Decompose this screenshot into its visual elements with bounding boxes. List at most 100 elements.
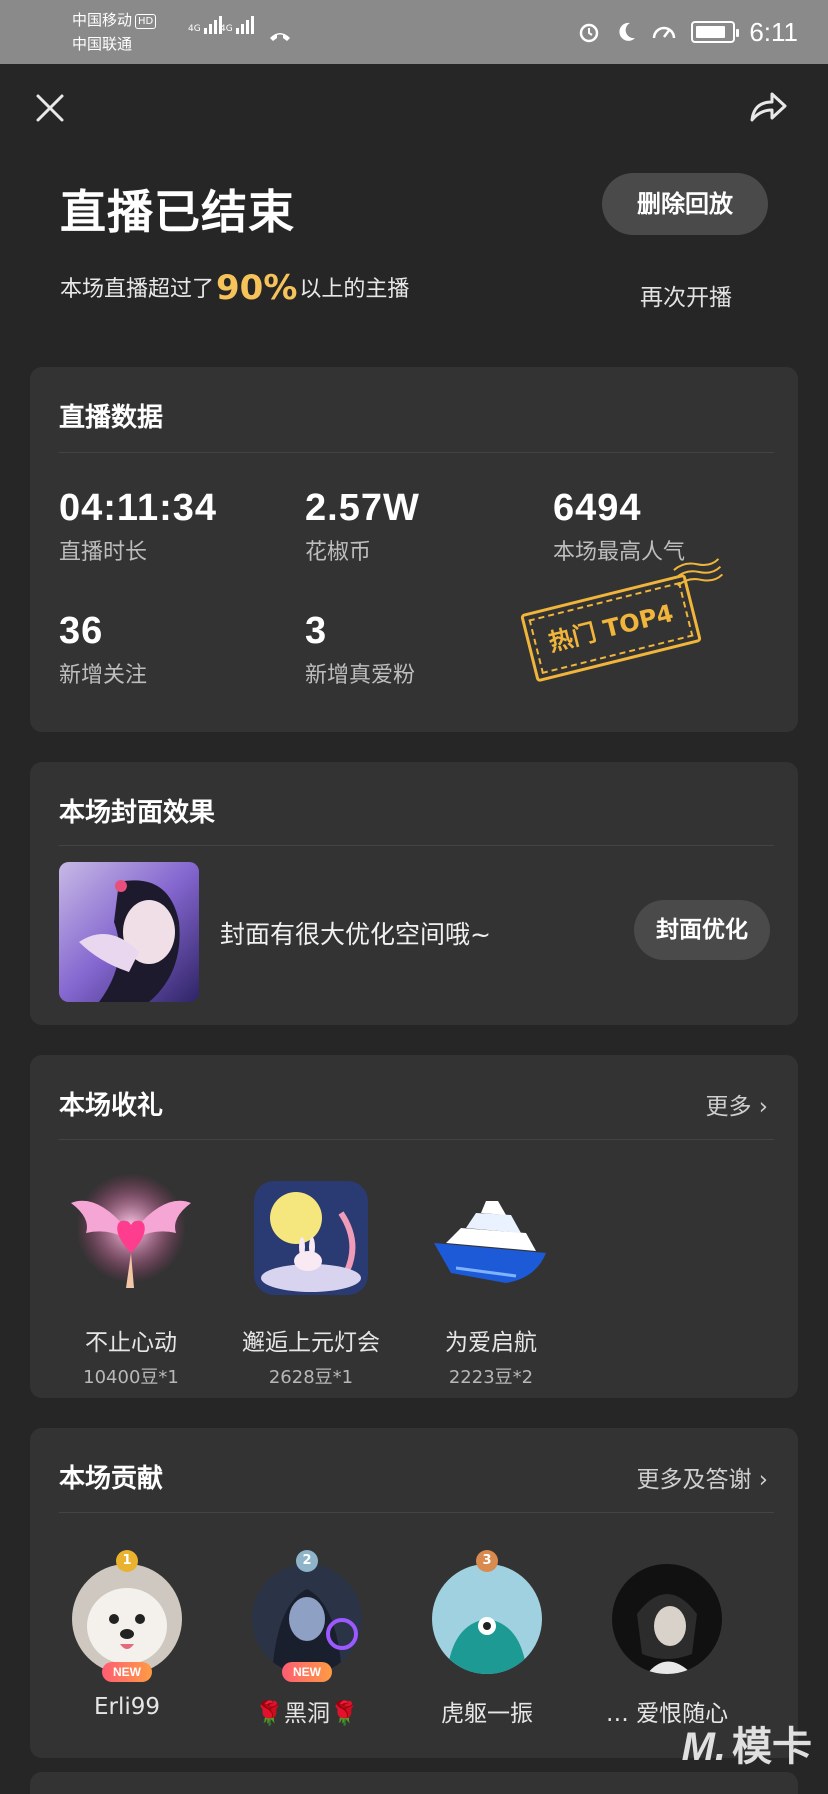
gifts-card: 本场收礼 更多 › 不止心动 10400豆*1 邂逅上元灯会 2628豆*1 为… bbox=[30, 1055, 798, 1398]
battery-icon bbox=[691, 21, 740, 43]
avatar-wrap: 1 NEW bbox=[72, 1550, 182, 1682]
gift-count: 10400豆*1 bbox=[83, 1367, 179, 1388]
rank-badge: 2 bbox=[296, 1550, 318, 1572]
stat-coins: 2.57W 花椒币 bbox=[305, 487, 420, 566]
alarm-icon bbox=[580, 23, 599, 43]
divider bbox=[59, 1512, 774, 1513]
stat-fans-label: 新增真爱粉 bbox=[305, 663, 416, 688]
stamp-border: 热门 TOP4 bbox=[520, 573, 702, 683]
watermark: M. 模卡 bbox=[682, 1714, 812, 1772]
chevron-right-icon: › bbox=[751, 1467, 768, 1493]
battery-fill bbox=[696, 26, 726, 38]
live-data-card: 直播数据 04:11:34 直播时长 2.57W 花椒币 6494 本场最高人气… bbox=[30, 367, 798, 732]
stat-duration-label: 直播时长 bbox=[59, 540, 148, 565]
stat-coins-value: 2.57W bbox=[305, 487, 420, 529]
new-badge: NEW bbox=[282, 1662, 332, 1682]
stat-follows-label: 新增关注 bbox=[59, 663, 148, 688]
subtitle-suffix: 以上的主播 bbox=[299, 277, 410, 302]
contributor-item[interactable]: … 爱恨随心 bbox=[582, 1564, 752, 1728]
signal-icon-2: 4G bbox=[220, 16, 256, 34]
carrier-1: 中国移动 HD bbox=[72, 10, 157, 30]
network-type-1: 4G bbox=[188, 24, 201, 34]
optimize-cover-button[interactable]: 封面优化 bbox=[634, 900, 770, 960]
moon-rabbit-icon bbox=[254, 1181, 368, 1295]
ranking-subtitle: 本场直播超过了90%以上的主播 bbox=[60, 268, 409, 308]
clock: 6:11 bbox=[749, 16, 798, 47]
stat-peak-label: 本场最高人气 bbox=[553, 540, 686, 565]
stat-coins-label: 花椒币 bbox=[305, 540, 372, 565]
avatar-wrap: 2 NEW bbox=[252, 1550, 362, 1682]
subtitle-prefix: 本场直播超过了 bbox=[60, 277, 215, 302]
contribution-more-label: 更多及答谢 bbox=[636, 1467, 752, 1493]
gift-item[interactable]: 邂逅上元灯会 2628豆*1 bbox=[226, 1173, 396, 1389]
avatar-wrap: 3 bbox=[432, 1550, 542, 1674]
stat-peak-value: 6494 bbox=[553, 487, 642, 529]
avatar bbox=[612, 1564, 722, 1674]
gifts-more-label: 更多 bbox=[705, 1094, 752, 1120]
status-right: 6:11 bbox=[577, 14, 798, 50]
gift-name: 邂逅上元灯会 bbox=[242, 1330, 380, 1356]
cover-effect-card: 本场封面效果 封面有很大优化空间哦~ 封面优化 bbox=[30, 762, 798, 1025]
avatar bbox=[72, 1564, 182, 1674]
status-bar: 中国移动 HD 中国联通 4G 4G 6:11 bbox=[0, 0, 828, 64]
subtitle-percent: 90% bbox=[216, 268, 298, 308]
page-title: 直播已结束 bbox=[60, 185, 295, 239]
gift-count: 2628豆*1 bbox=[268, 1367, 354, 1388]
divider bbox=[59, 845, 774, 846]
contributor-item[interactable]: 3 虎躯一振 bbox=[402, 1550, 572, 1728]
rank-badge: 1 bbox=[116, 1550, 138, 1572]
live-data-title: 直播数据 bbox=[59, 403, 164, 433]
rank-badge: 3 bbox=[476, 1550, 498, 1572]
gift-name: 不止心动 bbox=[85, 1330, 177, 1356]
stat-duration-value: 04:11:34 bbox=[59, 487, 218, 529]
hot-top-stamp: 热门 TOP4 bbox=[520, 558, 724, 683]
stat-fans-value: 3 bbox=[305, 610, 328, 652]
contributor-name: 🌹黑洞🌹 bbox=[255, 1701, 359, 1727]
divider bbox=[59, 452, 774, 453]
winged-heart-icon bbox=[71, 1173, 191, 1288]
speedometer-icon bbox=[653, 26, 676, 39]
carrier-1-label: 中国移动 bbox=[72, 11, 133, 29]
missed-call-icon bbox=[270, 33, 290, 41]
avatar bbox=[252, 1564, 362, 1674]
gift-item[interactable]: 不止心动 10400豆*1 bbox=[46, 1173, 216, 1389]
moon-icon bbox=[619, 22, 636, 41]
contribution-card: 本场贡献 更多及答谢 › 1 NEW Erli99 2 NEW 🌹黑洞🌹 3 虎… bbox=[30, 1428, 798, 1758]
delete-replay-button[interactable]: 删除回放 bbox=[602, 173, 768, 235]
hd-badge: HD bbox=[135, 14, 157, 29]
contributor-item[interactable]: 1 NEW Erli99 bbox=[42, 1550, 212, 1720]
divider bbox=[59, 1139, 774, 1140]
cover-thumbnail[interactable] bbox=[59, 862, 199, 1002]
share-icon[interactable] bbox=[748, 88, 788, 124]
contribution-title: 本场贡献 bbox=[59, 1464, 164, 1494]
network-type-2: 4G bbox=[220, 24, 233, 34]
yacht-icon bbox=[434, 1201, 546, 1283]
gift-item[interactable]: 为爱启航 2223豆*2 bbox=[406, 1173, 576, 1389]
cover-message: 封面有很大优化空间哦~ bbox=[220, 920, 491, 949]
stat-new-follows: 36 新增关注 bbox=[59, 610, 147, 689]
restart-live-link[interactable]: 再次开播 bbox=[640, 278, 732, 312]
cover-title: 本场封面效果 bbox=[59, 798, 216, 828]
stat-duration: 04:11:34 直播时长 bbox=[59, 487, 217, 566]
gifts-title: 本场收礼 bbox=[59, 1091, 164, 1121]
stat-peak-popularity: 6494 本场最高人气 bbox=[553, 487, 685, 566]
gifts-more-link[interactable]: 更多 › bbox=[705, 1087, 768, 1121]
stat-follows-value: 36 bbox=[59, 610, 104, 652]
watermark-label: 模卡 bbox=[732, 1724, 812, 1770]
new-badge: NEW bbox=[102, 1662, 152, 1682]
avatar-wrap bbox=[612, 1564, 722, 1674]
contributor-name: 虎躯一振 bbox=[441, 1701, 533, 1727]
gift-name: 为爱启航 bbox=[445, 1330, 537, 1356]
close-icon[interactable] bbox=[34, 92, 66, 124]
cover-portrait-image bbox=[59, 862, 199, 1002]
chevron-right-icon: › bbox=[751, 1094, 768, 1120]
watermark-logo-icon: M. bbox=[681, 1725, 726, 1769]
signal-icon-1: 4G bbox=[188, 16, 224, 34]
contributor-item[interactable]: 2 NEW 🌹黑洞🌹 bbox=[222, 1550, 392, 1728]
stat-new-fans: 3 新增真爱粉 bbox=[305, 610, 415, 689]
gift-count: 2223豆*2 bbox=[448, 1367, 534, 1388]
contributor-name: Erli99 bbox=[93, 1694, 161, 1720]
contribution-more-link[interactable]: 更多及答谢 › bbox=[636, 1460, 768, 1494]
avatar bbox=[432, 1564, 542, 1674]
next-card-peek bbox=[30, 1772, 798, 1794]
